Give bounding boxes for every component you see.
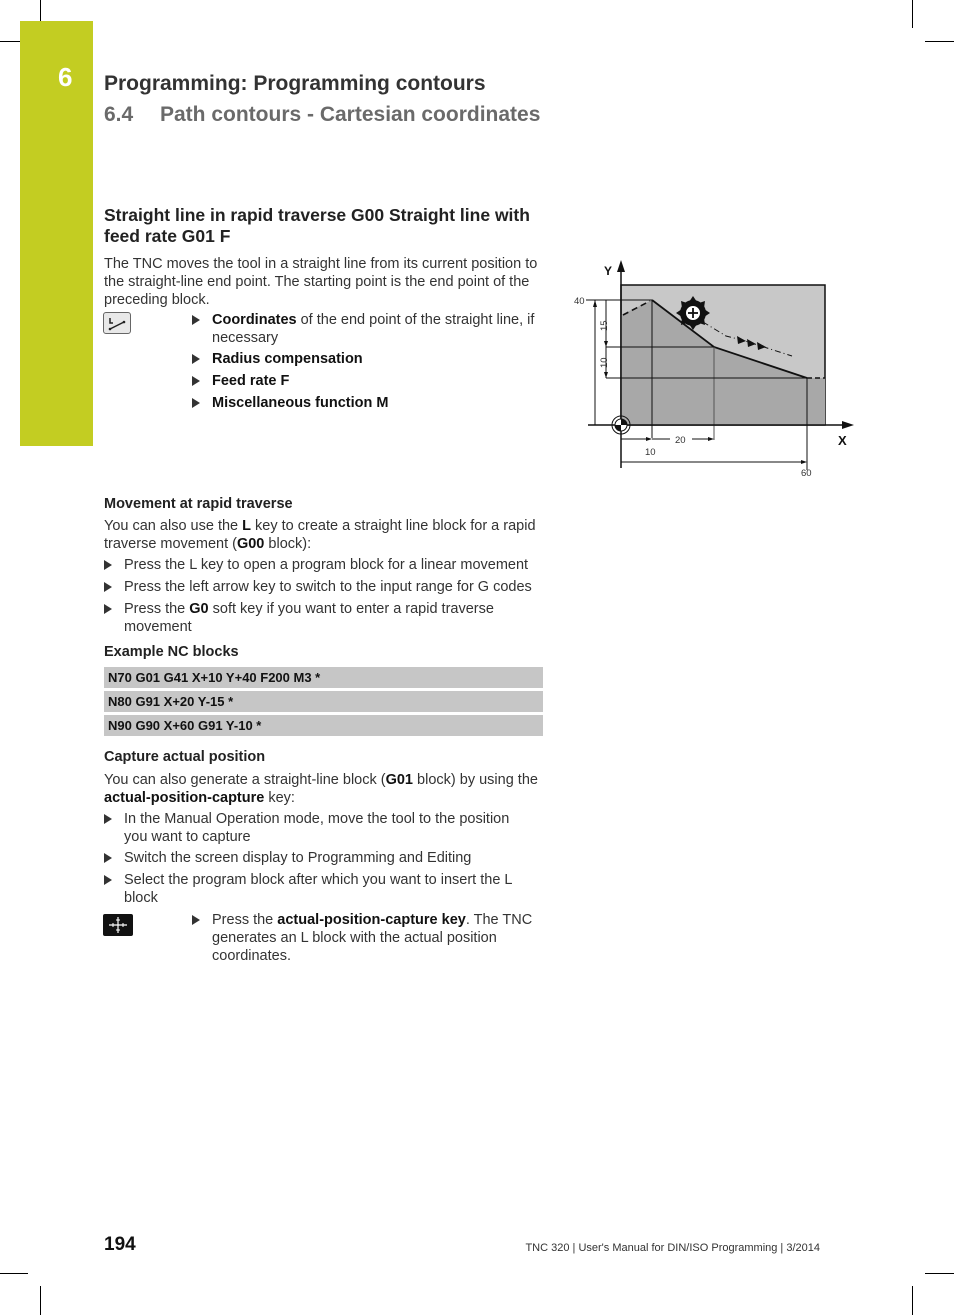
section-title: Path contours - Cartesian coordinates — [160, 103, 541, 126]
nc-block: N70 G01 G41 X+10 Y+40 F200 M3 * — [104, 667, 543, 688]
crop-mark — [912, 1286, 913, 1315]
capture-step: Switch the screen display to Programming… — [104, 849, 534, 867]
capture-step: In the Manual Operation mode, move the t… — [104, 810, 534, 846]
bullet-arrow-icon — [192, 915, 200, 925]
step-text: Press the — [212, 912, 278, 928]
text: block) by using the — [413, 772, 538, 788]
input-item: Coordinates of the end point of the stra… — [192, 311, 547, 347]
label-dim10: 10 — [599, 357, 610, 368]
bullet-arrow-icon — [192, 315, 200, 325]
bullet-arrow-icon — [104, 875, 112, 885]
step-text: Press the L key to open a program block … — [124, 557, 529, 573]
text: You can also use the — [104, 518, 243, 534]
bullet-arrow-icon — [104, 853, 112, 863]
intro-paragraph: The TNC moves the tool in a straight lin… — [104, 256, 538, 308]
section-number: 6.4 — [104, 103, 134, 126]
input-item-bold: Miscellaneous function M — [212, 395, 389, 411]
crop-mark — [0, 1273, 28, 1274]
crop-mark — [912, 0, 913, 28]
capture-paragraph: You can also generate a straight-line bl… — [104, 771, 544, 807]
rapid-step: Press the G0 soft key if you want to ent… — [104, 600, 524, 636]
input-item-bold: Feed rate F — [212, 373, 290, 389]
capture-heading: Capture actual position — [104, 749, 266, 765]
input-item-bold: Radius compensation — [212, 351, 363, 367]
label-x60: 60 — [801, 468, 812, 479]
capture-step: Select the program block after which you… — [104, 871, 534, 907]
bold-text: G01 — [385, 772, 414, 788]
label-x20: 20 — [675, 435, 686, 446]
bold-text: G0 — [189, 601, 209, 617]
axis-label-y: Y — [604, 264, 612, 278]
label-y40: 40 — [574, 296, 585, 307]
bold-text: actual-position-capture — [104, 790, 265, 806]
bullet-arrow-icon — [192, 354, 200, 364]
section-heading: 6.4 Path contours - Cartesian coordinates — [104, 103, 540, 127]
page-number: 194 — [104, 1234, 136, 1255]
bold-text: G00 — [236, 536, 265, 552]
bold-text: actual-position-capture key — [277, 912, 466, 928]
bullet-arrow-icon — [104, 604, 112, 614]
bullet-arrow-icon — [104, 560, 112, 570]
label-x10: 10 — [645, 447, 656, 458]
step-text: Switch the screen display to Programming… — [124, 850, 472, 866]
chapter-number: 6 — [58, 62, 73, 92]
axis-label-x: X — [838, 433, 847, 448]
step-text: Press the — [124, 601, 190, 617]
origin-icon — [611, 415, 631, 435]
x-axis-arrow — [842, 421, 854, 429]
crop-mark — [925, 41, 954, 42]
label-dim15: 15 — [599, 320, 610, 331]
nc-block: N90 G90 X+60 G91 Y-10 * — [104, 715, 543, 736]
input-item-bold: Coordinates — [212, 312, 297, 328]
example-heading: Example NC blocks — [104, 644, 239, 660]
footer-text: TNC 320 | User's Manual for DIN/ISO Prog… — [525, 1242, 820, 1254]
actual-position-capture-key-icon — [103, 914, 133, 936]
straight-line-key-icon — [103, 312, 131, 334]
step-text: In the Manual Operation mode, move the t… — [124, 811, 510, 845]
chapter-tab — [20, 21, 93, 446]
capture-final-step: Press the actual-position-capture key. T… — [192, 911, 542, 965]
rapid-step: Press the L key to open a program block … — [104, 556, 549, 574]
rapid-heading: Movement at rapid traverse — [104, 496, 293, 512]
crop-mark — [40, 1286, 41, 1315]
input-item: Miscellaneous function M — [192, 394, 547, 412]
nc-block: N80 G91 X+20 Y-15 * — [104, 691, 543, 712]
crop-mark — [925, 1273, 954, 1274]
chapter-title: Programming: Programming contours — [104, 72, 486, 95]
input-item: Radius compensation — [192, 350, 547, 368]
step-text: Press the left arrow key to switch to th… — [124, 579, 532, 595]
rapid-paragraph: You can also use the L key to create a s… — [104, 517, 544, 553]
text: You can also generate a straight-line bl… — [104, 772, 386, 788]
bold-text: L — [242, 518, 251, 534]
bullet-arrow-icon — [192, 398, 200, 408]
topic-title: Straight line in rapid traverse G00 Stra… — [104, 205, 530, 246]
bullet-arrow-icon — [104, 814, 112, 824]
text: key: — [264, 790, 295, 806]
contour-diagram: Y X 40 15 10 20 10 60 — [574, 260, 854, 479]
crop-mark — [0, 41, 20, 42]
step-text: Select the program block after which you… — [124, 872, 512, 906]
bullet-arrow-icon — [192, 376, 200, 386]
rapid-step: Press the left arrow key to switch to th… — [104, 578, 549, 596]
bullet-arrow-icon — [104, 582, 112, 592]
y-axis-arrow — [617, 260, 625, 272]
milling-tool-icon — [676, 296, 710, 330]
input-item: Feed rate F — [192, 372, 547, 390]
text: block): — [264, 536, 312, 552]
